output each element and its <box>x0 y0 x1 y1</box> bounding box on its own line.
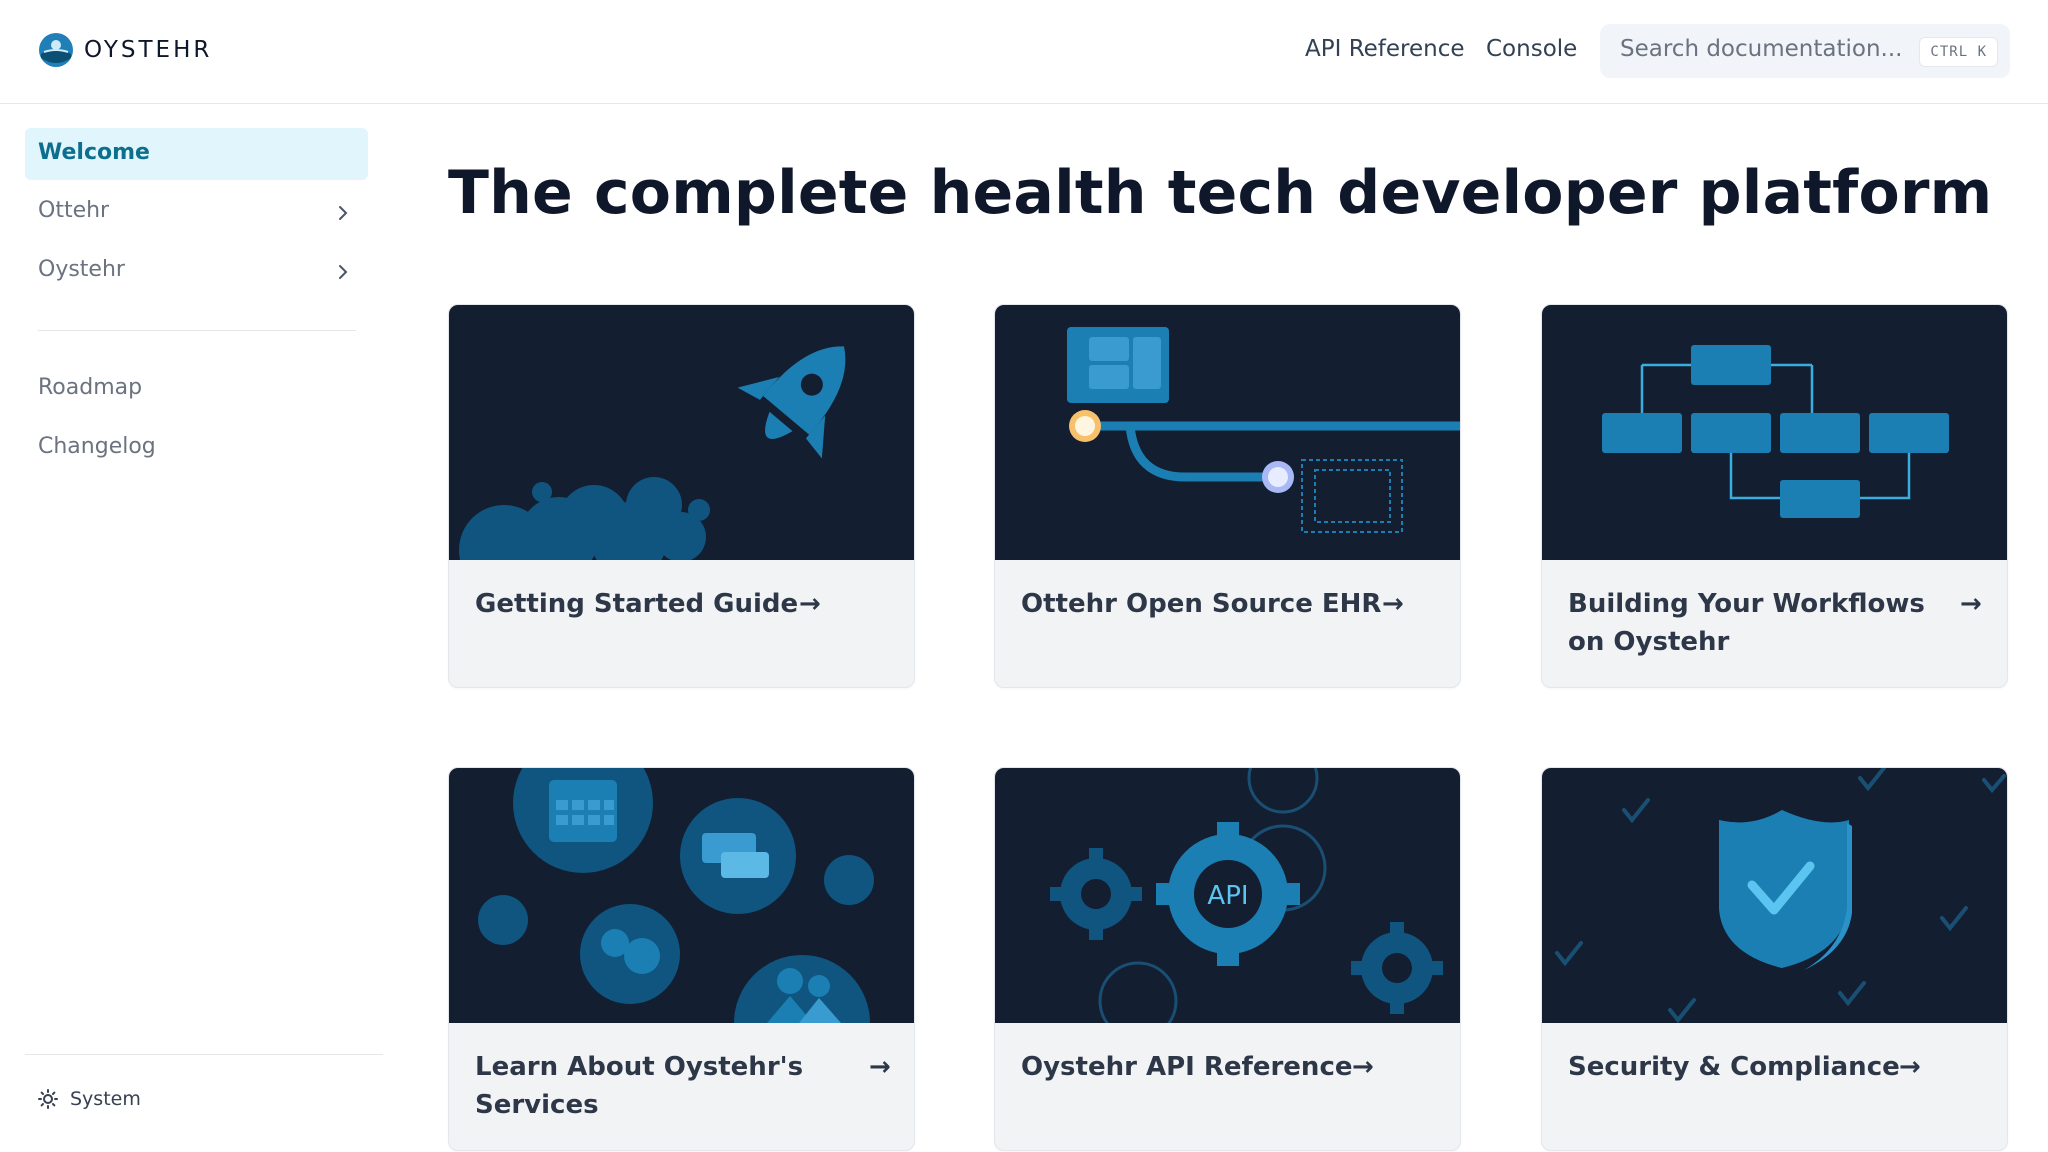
page-title: The complete health tech developer platf… <box>448 158 1993 228</box>
sidebar-item-label: Changelog <box>38 434 156 459</box>
chevron-right-icon[interactable] <box>336 263 350 281</box>
brand-logo[interactable]: OYSTEHR <box>38 32 212 68</box>
sidebar-item-welcome[interactable]: Welcome <box>25 128 368 180</box>
sidebar-item-label: Ottehr <box>38 198 110 223</box>
sidebar-bottom-divider <box>25 1054 383 1055</box>
nav-api-reference[interactable]: API Reference <box>1305 36 1465 62</box>
services-illustration-icon <box>478 768 874 1023</box>
card-ottehr-ehr[interactable]: Ottehr Open Source EHR → <box>994 304 1461 688</box>
sidebar-item-oystehr[interactable]: Oystehr <box>25 245 368 297</box>
search-input[interactable]: Search documentation... CTRL K <box>1600 24 2010 78</box>
card-image: API <box>995 768 1460 1023</box>
sun-icon <box>38 1089 58 1109</box>
sidebar-item-label: Oystehr <box>38 257 125 282</box>
card-oystehr-services[interactable]: Learn About Oystehr's Services → <box>448 767 915 1151</box>
shield-check-illustration-icon <box>1555 768 2006 1023</box>
card-image <box>449 305 914 560</box>
theme-toggle[interactable]: System <box>38 1088 141 1110</box>
sidebar-item-roadmap[interactable]: Roadmap <box>25 363 368 415</box>
sidebar-item-label: Roadmap <box>38 375 143 400</box>
ehr-flow-illustration-icon <box>1067 327 1460 533</box>
sidebar-item-changelog[interactable]: Changelog <box>25 422 368 474</box>
card-title: Oystehr API Reference <box>1021 1052 1353 1082</box>
arrow-right-icon: → <box>1960 589 1982 619</box>
card-image <box>995 305 1460 560</box>
card-title: Building Your Workflows on Oystehr <box>1568 589 1925 657</box>
card-building-workflows[interactable]: Building Your Workflows on Oystehr → <box>1541 304 2008 688</box>
card-title: Getting Started Guide <box>475 589 799 619</box>
card-image <box>449 768 914 1023</box>
card-getting-started[interactable]: Getting Started Guide → <box>448 304 915 688</box>
api-gears-illustration-icon: API <box>1050 768 1443 1023</box>
sidebar-item-label: Welcome <box>38 140 150 165</box>
card-title: Learn About Oystehr's Services <box>475 1052 804 1120</box>
chevron-right-icon[interactable] <box>336 204 350 222</box>
search-placeholder: Search documentation... <box>1620 36 1903 62</box>
card-api-reference[interactable]: API Oystehr API Reference → <box>994 767 1461 1151</box>
card-title: Security & Compliance <box>1568 1052 1900 1082</box>
nav-console[interactable]: Console <box>1486 36 1577 62</box>
svg-text:API: API <box>1207 881 1248 911</box>
oyster-logo-icon <box>39 33 73 67</box>
brand-name: OYSTEHR <box>84 37 213 63</box>
arrow-right-icon: → <box>869 1052 891 1082</box>
card-image <box>1542 305 2007 560</box>
rocket-illustration-icon <box>459 346 846 560</box>
top-bar: OYSTEHR API Reference Console Search doc… <box>0 0 2048 104</box>
card-image <box>1542 768 2007 1023</box>
workflow-diagram-illustration-icon <box>1602 345 1949 518</box>
arrow-right-icon: → <box>1899 1052 1921 1082</box>
card-security-compliance[interactable]: Security & Compliance → <box>1541 767 2008 1151</box>
sidebar-item-ottehr[interactable]: Ottehr <box>25 186 368 238</box>
card-title: Ottehr Open Source EHR <box>1021 589 1382 619</box>
arrow-right-icon: → <box>1382 589 1404 619</box>
search-shortcut-badge: CTRL K <box>1919 37 1998 67</box>
sidebar-divider <box>38 330 356 331</box>
arrow-right-icon: → <box>1352 1052 1374 1082</box>
theme-label: System <box>70 1088 141 1110</box>
arrow-right-icon: → <box>799 589 821 619</box>
